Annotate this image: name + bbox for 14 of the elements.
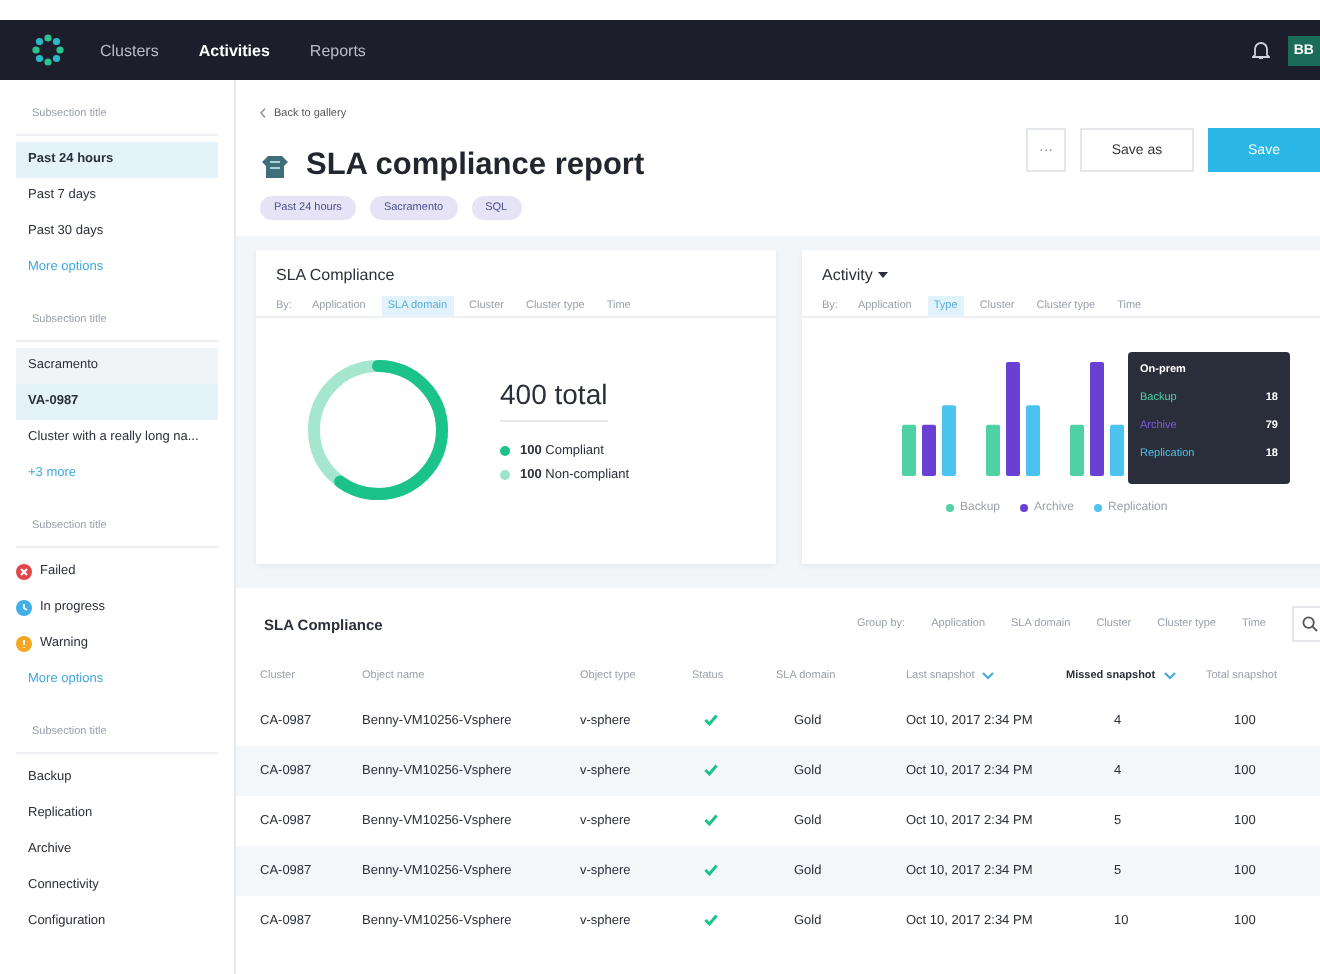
nav-tab[interactable]: Activities bbox=[198, 41, 270, 59]
card-title: Activity bbox=[822, 266, 873, 284]
bell-icon[interactable] bbox=[1251, 40, 1270, 60]
total-count: 400 total bbox=[500, 378, 608, 422]
chevron-left-icon bbox=[260, 108, 266, 118]
caret-icon[interactable] bbox=[878, 272, 889, 278]
report-icon bbox=[260, 153, 290, 179]
page-title: SLA compliance report bbox=[306, 148, 645, 184]
search-icon bbox=[1302, 616, 1318, 632]
nav-tab[interactable]: Clusters bbox=[100, 41, 159, 59]
search-button[interactable] bbox=[1292, 606, 1320, 642]
card-title: SLA Compliance bbox=[276, 266, 397, 284]
logo-icon[interactable] bbox=[32, 34, 64, 66]
nav-tab[interactable]: Reports bbox=[309, 41, 366, 59]
